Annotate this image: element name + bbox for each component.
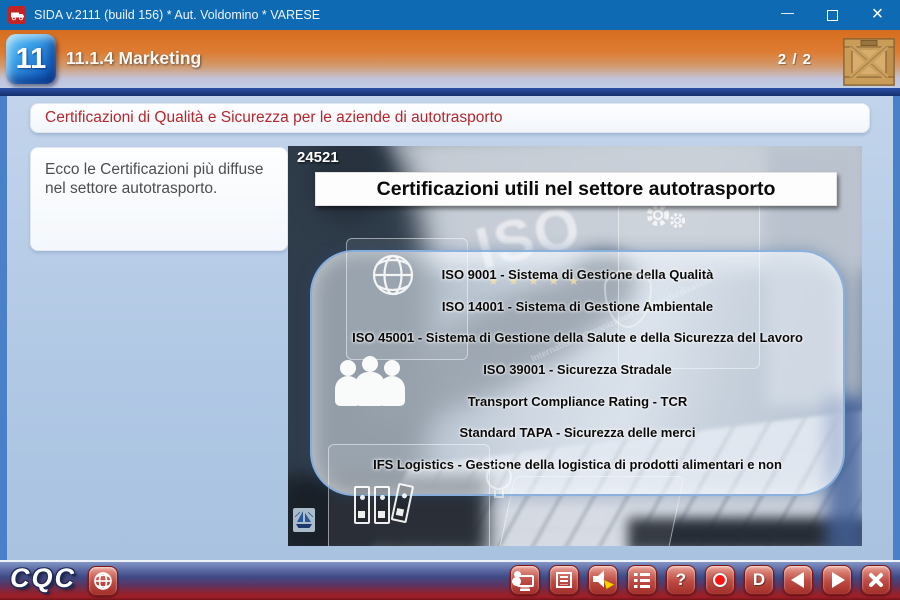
exit-button[interactable]	[861, 565, 891, 595]
next-button[interactable]	[822, 565, 852, 595]
certification-item: Standard TAPA - Sicurezza delle merci	[318, 425, 837, 440]
index-button[interactable]	[627, 565, 657, 595]
letter-d-icon: D	[753, 570, 765, 590]
minimize-button[interactable]: —	[765, 0, 810, 30]
toolbar-buttons: ? D	[510, 565, 891, 595]
help-button[interactable]: ?	[666, 565, 696, 595]
window-title: SIDA v.2111 (build 156) * Aut. Voldomino…	[34, 8, 765, 22]
sida-ship-logo	[293, 508, 315, 532]
close-button[interactable]: ×	[855, 0, 900, 30]
app-window: SIDA v.2111 (build 156) * Aut. Voldomino…	[0, 0, 900, 600]
page-title: 11.1.4 Marketing	[66, 48, 201, 69]
chapter-11-icon: 11	[6, 34, 56, 84]
arrow-right-icon	[832, 572, 845, 588]
close-x-icon	[867, 571, 885, 589]
screen-share-button[interactable]	[510, 565, 540, 595]
app-truck-icon	[8, 6, 26, 24]
cqc-logo: CQC	[10, 563, 76, 594]
binders-icon	[354, 486, 414, 524]
record-button[interactable]	[705, 565, 735, 595]
slide-image: ISO International Organization for Stand…	[288, 146, 862, 546]
certification-item: IFS Logistics - Gestione della logistica…	[318, 457, 837, 472]
document-icon	[556, 572, 572, 588]
arrow-left-icon	[791, 572, 804, 588]
footer-toolbar: CQC	[0, 560, 900, 600]
globe-icon	[93, 571, 113, 591]
page-indicator: 2 / 2	[778, 51, 812, 68]
people-group-icon	[338, 372, 402, 406]
content-area: Certificazioni di Qualità e Sicurezza pe…	[0, 96, 900, 560]
text-summary-button[interactable]	[549, 565, 579, 595]
dictionary-button[interactable]: D	[744, 565, 774, 595]
lightbulb-icon	[486, 464, 512, 498]
titlebar: SIDA v.2111 (build 156) * Aut. Voldomino…	[0, 0, 900, 30]
lesson-banner: Certificazioni di Qualità e Sicurezza pe…	[30, 103, 870, 133]
header-separator	[0, 88, 900, 96]
header: 11 11.1.4 Marketing 2 / 2	[0, 30, 900, 88]
question-mark-icon: ?	[676, 570, 686, 590]
audio-button[interactable]	[588, 565, 618, 595]
monitor-icon	[517, 575, 534, 587]
list-icon	[634, 573, 650, 588]
slide-title: Certificazioni utili nel settore autotra…	[315, 172, 837, 206]
certification-item: ISO 14001 - Sistema di Gestione Ambienta…	[318, 299, 837, 314]
slide-code: 24521	[297, 149, 339, 166]
globe-icon	[370, 252, 416, 298]
crate-icon	[843, 37, 895, 87]
speaker-icon	[591, 569, 615, 591]
maximize-button[interactable]	[810, 0, 855, 30]
maximize-icon	[827, 10, 838, 21]
record-icon	[713, 573, 727, 587]
certification-item: ISO 45001 - Sistema di Gestione della Sa…	[318, 330, 837, 345]
description-panel: Ecco le Certificazioni più diffuse nel s…	[30, 147, 288, 251]
banner-text: Certificazioni di Qualità e Sicurezza pe…	[45, 109, 503, 127]
previous-button[interactable]	[783, 565, 813, 595]
language-globe-button[interactable]	[88, 566, 118, 596]
